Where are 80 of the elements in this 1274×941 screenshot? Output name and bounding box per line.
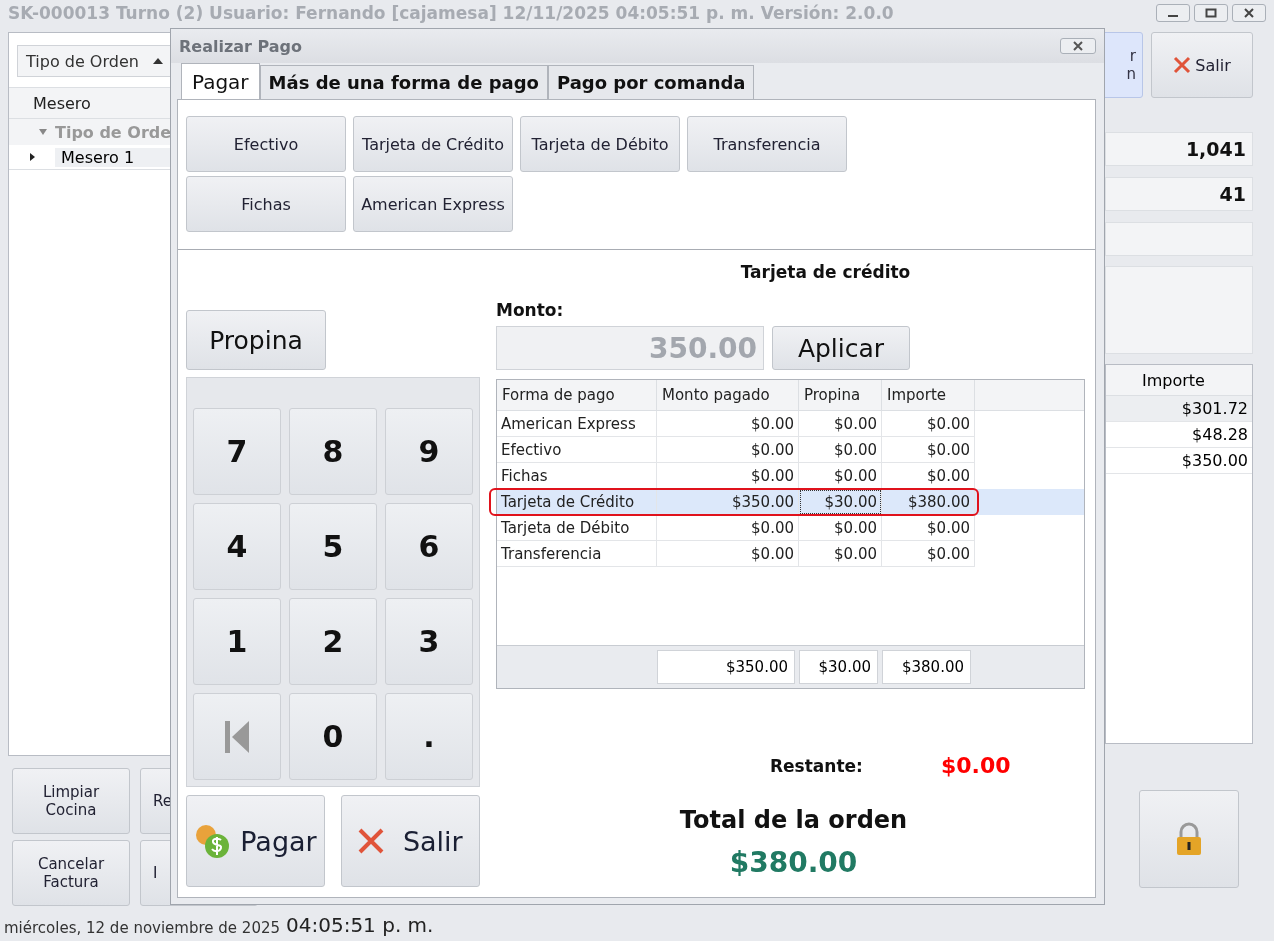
column-header: Importe	[882, 380, 975, 410]
table-cell: Fichas	[497, 463, 657, 489]
keypad-key[interactable]: 9	[385, 408, 473, 495]
counter-field: 41	[1105, 177, 1253, 211]
remaining-value: $0.00	[940, 753, 1011, 778]
close-icon	[358, 828, 385, 854]
payment-method-button[interactable]: Tarjeta de Débito	[520, 116, 680, 172]
maximize-icon	[1205, 8, 1217, 18]
pay-button[interactable]: Pagar	[186, 795, 325, 887]
column-header: Forma de pago	[497, 380, 657, 410]
keypad-key[interactable]: 5	[289, 503, 377, 590]
keypad-key[interactable]: 4	[193, 503, 281, 590]
keypad-key[interactable]: 7	[193, 408, 281, 495]
lock-button[interactable]	[1139, 790, 1239, 888]
keypad-key[interactable]: 0	[289, 693, 377, 780]
keypad-key[interactable]: 6	[385, 503, 473, 590]
payment-method-button[interactable]: Fichas	[186, 176, 346, 232]
table-cell: $0.00	[657, 463, 799, 489]
column-header: Importe	[1106, 365, 1252, 396]
close-button[interactable]	[1232, 4, 1266, 22]
table-cell: Tarjeta de Crédito	[497, 489, 657, 515]
table-cell: $0.00	[799, 541, 882, 567]
tab[interactable]: Pagar	[181, 63, 260, 99]
coins-icon	[194, 823, 231, 859]
collapse-arrow-icon[interactable]	[39, 129, 47, 135]
total-cell: $30.00	[799, 650, 878, 684]
counter-field: 1,041	[1105, 132, 1253, 166]
minimize-icon	[1168, 15, 1178, 17]
window-title: SK-000013 Turno (2) Usuario: Fernando [cajamesa] 12/11/2025 04:05:51 p. m. Versión: 2.0.0	[8, 3, 894, 23]
table-cell: $0.00	[657, 541, 799, 567]
total-label: Total de la orden	[678, 806, 909, 834]
payment-method-button[interactable]: Transferencia	[687, 116, 847, 172]
sort-arrow-icon	[152, 58, 163, 64]
table-cell: $30.00	[799, 489, 882, 515]
table-cell: $301.72	[1106, 396, 1252, 422]
table-cell: $0.00	[882, 541, 975, 567]
minimize-button[interactable]	[1156, 4, 1190, 22]
apply-button[interactable]: Aplicar	[772, 326, 910, 370]
close-button[interactable]	[1060, 38, 1096, 54]
table-cell: Transferencia	[497, 541, 657, 567]
exit-button[interactable]: Salir	[341, 795, 480, 887]
table-cell: $0.00	[882, 463, 975, 489]
maximize-button[interactable]	[1194, 4, 1228, 22]
action-button[interactable]: Cancelar Factura	[12, 840, 130, 906]
table-cell: $350.00	[657, 489, 799, 515]
keypad-key[interactable]: 1	[193, 598, 281, 685]
close-icon	[1073, 41, 1083, 51]
payment-method-button[interactable]: Tarjeta de Crédito	[353, 116, 513, 172]
keypad-key[interactable]: 2	[289, 598, 377, 685]
padlock-icon	[1174, 822, 1204, 856]
column-header: Monto pagado	[657, 380, 799, 410]
status-date: miércoles, 12 de noviembre de 2025	[4, 919, 280, 937]
keypad-key[interactable]: .	[385, 693, 473, 780]
exit-button[interactable]: Salir	[1151, 32, 1253, 98]
action-button[interactable]: Limpiar Cocina	[12, 768, 130, 834]
payment-method-button[interactable]: American Express	[353, 176, 513, 232]
tab[interactable]: Pago por comanda	[547, 65, 755, 99]
input-field[interactable]	[1105, 222, 1253, 256]
skip-back-icon	[225, 720, 249, 753]
backspace-key[interactable]	[193, 693, 281, 780]
amount-label: Monto:	[496, 300, 565, 320]
remaining-label: Restante:	[770, 755, 863, 776]
close-icon	[1244, 8, 1254, 18]
payment-method-button[interactable]: Efectivo	[186, 116, 346, 172]
close-icon	[1173, 56, 1192, 74]
group-label: Tipo de Orde	[55, 122, 172, 142]
table-cell: $0.00	[799, 463, 882, 489]
notes-field[interactable]	[1105, 266, 1253, 354]
total-value: $380.00	[728, 846, 859, 879]
total-cell: $380.00	[882, 650, 971, 684]
table-cell: $380.00	[882, 489, 975, 515]
column-header: Propina	[799, 380, 882, 410]
status-time: 04:05:51 p. m.	[286, 913, 434, 937]
keypad-key[interactable]: 8	[289, 408, 377, 495]
dialog-title: Realizar Pago	[179, 36, 303, 56]
total-cell: $350.00	[657, 650, 795, 684]
tip-button[interactable]: Propina	[186, 310, 326, 370]
tab[interactable]: Más de una forma de pago	[259, 65, 548, 99]
method-title: Tarjeta de crédito	[739, 262, 912, 282]
keypad-key[interactable]: 3	[385, 598, 473, 685]
